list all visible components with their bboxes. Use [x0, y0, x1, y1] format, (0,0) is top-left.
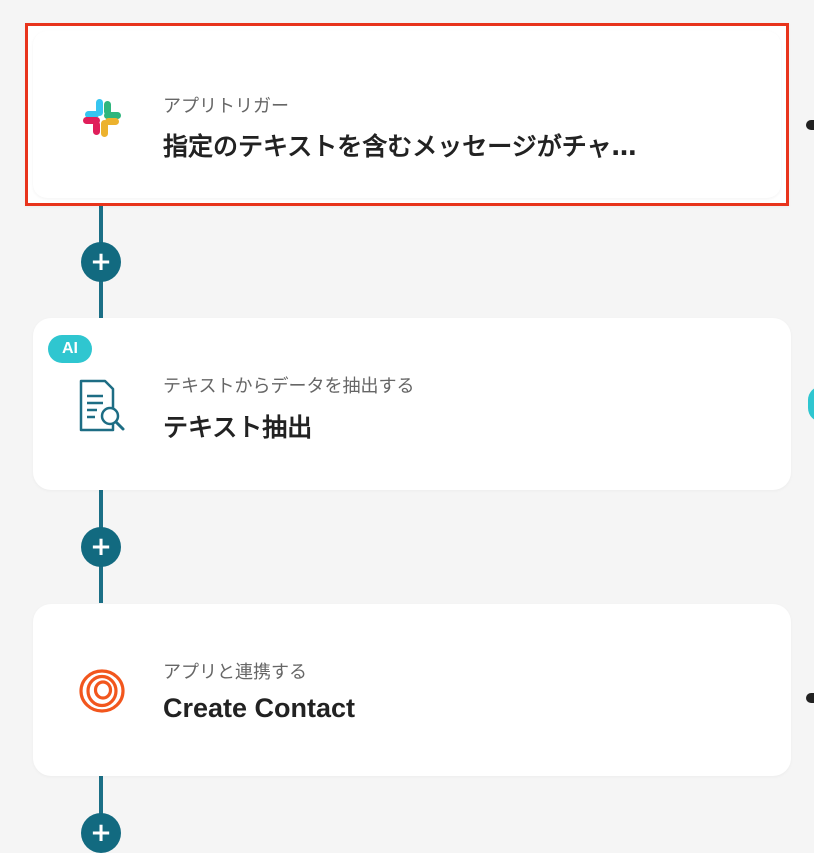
ai-extract-step-card[interactable]: テキストからデータを抽出する テキスト抽出	[33, 318, 791, 490]
step-title: 指定のテキストを含むメッセージがチャ…	[163, 132, 637, 161]
loop-icon	[77, 666, 127, 716]
step-subtitle: アプリと連携する	[163, 662, 307, 683]
add-step-button[interactable]: +	[81, 813, 121, 853]
step-subtitle: テキストからデータを抽出する	[163, 376, 415, 397]
slack-icon	[77, 93, 127, 143]
create-contact-step-card[interactable]: アプリと連携する Create Contact	[33, 604, 791, 776]
edge-indicator	[808, 386, 814, 422]
edge-indicator	[806, 120, 814, 130]
step-title: Create Contact	[163, 693, 356, 723]
step-subtitle: アプリトリガー	[163, 96, 289, 117]
ai-badge: AI	[48, 335, 92, 363]
add-step-button[interactable]: +	[81, 527, 121, 567]
add-step-button[interactable]: +	[81, 242, 121, 282]
document-search-icon	[77, 378, 127, 432]
edge-indicator	[806, 693, 814, 703]
trigger-step-card[interactable]: アプリトリガー 指定のテキストを含むメッセージがチャ…	[25, 23, 789, 206]
step-title: テキスト抽出	[163, 413, 313, 442]
